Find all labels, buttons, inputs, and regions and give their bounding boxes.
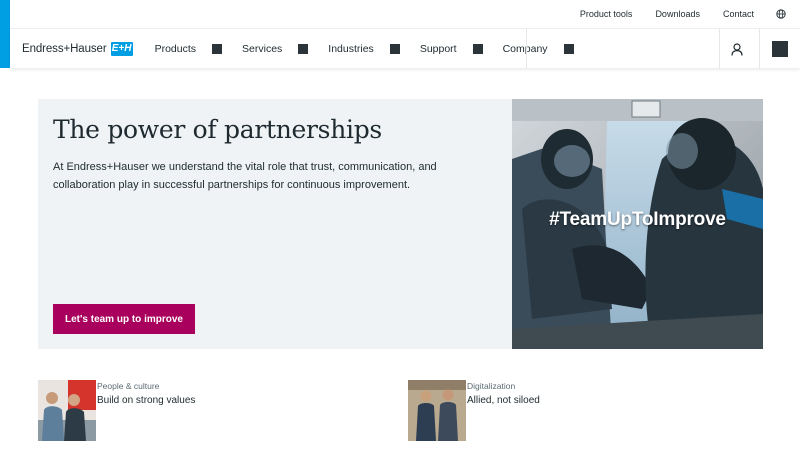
nav-item-support[interactable]: Support [410, 29, 493, 68]
card-tag: Digitalization [467, 381, 516, 391]
hero-hashtag: #TeamUpToImprove [549, 209, 726, 230]
nav-label: Products [154, 42, 197, 55]
user-account-button[interactable] [720, 29, 754, 69]
card-people-culture[interactable]: People & culture Build on strong values [38, 380, 195, 441]
card-thumbnail-digitalization [408, 380, 466, 441]
nav-item-company[interactable]: Company [493, 29, 584, 68]
card-digitalization[interactable]: Digitalization Allied, not siloed [408, 380, 540, 441]
user-icon [731, 42, 743, 56]
nav-divider [759, 29, 760, 69]
team-up-button[interactable]: Let's team up to improve [53, 304, 195, 334]
hero-text: The power of partnerships At Endress+Hau… [53, 115, 503, 194]
utility-link-product-tools[interactable]: Product tools [580, 9, 633, 19]
nav-label: Services [242, 42, 283, 55]
nav-item-products[interactable]: Products [145, 29, 232, 68]
main-header: Endress+Hauser E+H Products Services Ind… [10, 28, 800, 69]
nav-divider [526, 29, 527, 69]
utility-link-downloads[interactable]: Downloads [655, 9, 700, 19]
utility-bar: Product tools Downloads Contact [10, 0, 800, 28]
card-title: Build on strong values [97, 395, 196, 406]
menu-icon[interactable] [772, 41, 788, 57]
utility-link-contact[interactable]: Contact [723, 9, 754, 19]
nav-dropdown-icon [298, 43, 309, 54]
brand-logo[interactable]: Endress+Hauser E+H [22, 41, 133, 56]
nav-item-industries[interactable]: Industries [318, 29, 410, 68]
hero-title: The power of partnerships [53, 115, 382, 144]
nav-label: Industries [328, 42, 374, 55]
hero-banner: The power of partnerships At Endress+Hau… [38, 99, 763, 349]
hero-description: At Endress+Hauser we understand the vita… [53, 161, 437, 191]
primary-nav: Products Services Industries Support Com… [145, 29, 584, 68]
card-body: People & culture Build on strong values [97, 380, 195, 441]
accent-bar [0, 0, 10, 68]
card-tag: People & culture [97, 381, 160, 391]
hero-image-skydivers: #TeamUpToImprove [512, 99, 763, 349]
brand-name: Endress+Hauser [22, 42, 107, 55]
nav-item-services[interactable]: Services [232, 29, 318, 68]
nav-dropdown-icon [563, 43, 574, 54]
globe-icon[interactable] [776, 9, 786, 19]
nav-dropdown-icon [472, 43, 483, 54]
card-title: Allied, not siloed [467, 395, 540, 406]
card-thumbnail-people [38, 380, 96, 441]
card-body: Digitalization Allied, not siloed [467, 380, 540, 441]
nav-dropdown-icon [389, 43, 400, 54]
nav-dropdown-icon [212, 43, 223, 54]
nav-label: Support [419, 42, 457, 55]
brand-mark-icon: E+H [110, 41, 133, 56]
